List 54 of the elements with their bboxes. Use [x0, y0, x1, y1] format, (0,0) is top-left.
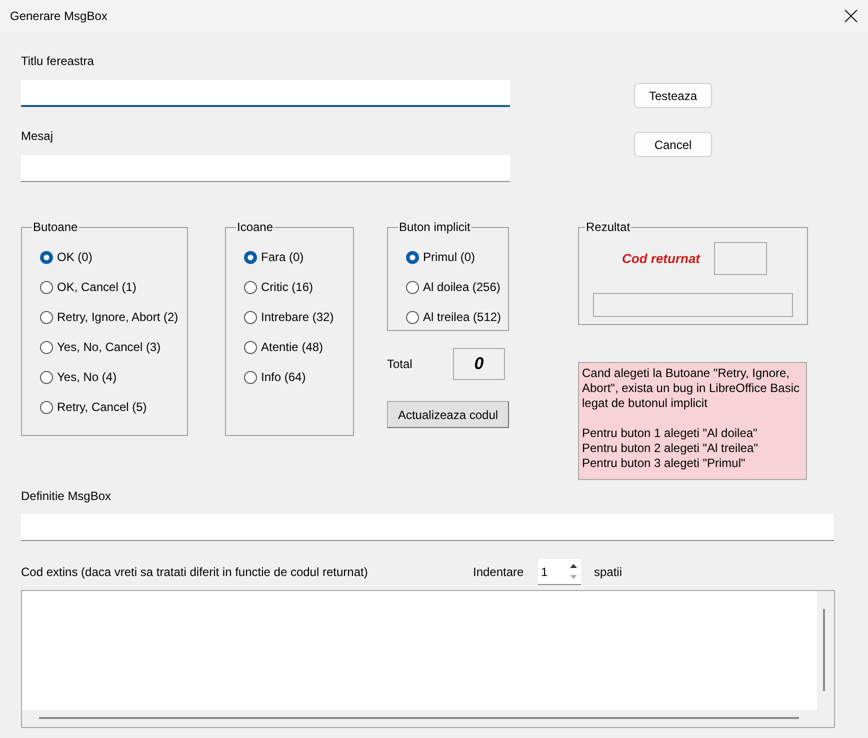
indent-label: Indentare — [473, 565, 525, 579]
radio-button[interactable] — [406, 280, 419, 294]
field-label: Mesaj — [21, 129, 54, 145]
radio-option[interactable]: Retry, Ignore, Abort (2) — [40, 302, 187, 332]
field-label: Titlu fereastra — [21, 54, 95, 70]
text-field[interactable] — [21, 80, 510, 107]
radio-option[interactable]: Al doilea (256) — [406, 272, 508, 302]
radio-button[interactable] — [244, 250, 257, 264]
radio-option[interactable]: Al treilea (512) — [406, 302, 508, 332]
radio-button[interactable] — [244, 370, 257, 384]
total-label: Total — [387, 357, 414, 371]
radio-button[interactable] — [40, 370, 53, 384]
update-code-button[interactable]: Actualizeaza codul — [387, 401, 509, 428]
return-code-field — [714, 242, 767, 275]
field-label: Cod extins (daca vreti sa tratati diferit in functie de codul returnat) — [21, 565, 369, 579]
radio-button[interactable] — [40, 280, 53, 294]
radio-option[interactable]: Critic (16) — [244, 272, 353, 302]
radio-button[interactable] — [406, 250, 419, 264]
vertical-scrollbar[interactable] — [823, 609, 825, 691]
radio-button[interactable] — [40, 310, 53, 324]
field-label: Definitie MsgBox — [21, 489, 112, 505]
radio-button[interactable] — [244, 310, 257, 324]
radio-button[interactable] — [40, 400, 53, 414]
definition-field[interactable] — [21, 514, 834, 541]
indent-unit-label: spatii — [594, 565, 622, 579]
group-title: Icoane — [236, 220, 274, 234]
test-button[interactable]: Testeaza — [634, 83, 712, 108]
radio-button[interactable] — [244, 340, 257, 354]
radio-option[interactable]: Atentie (48) — [244, 332, 353, 362]
radio-button[interactable] — [406, 310, 419, 324]
radio-button[interactable] — [40, 340, 53, 354]
radio-button[interactable] — [40, 250, 53, 264]
group-title: Buton implicit — [398, 220, 472, 234]
radio-option[interactable]: Yes, No, Cancel (3) — [40, 332, 187, 362]
window-title: Generare MsgBox — [10, 9, 108, 23]
text-field[interactable] — [21, 155, 510, 182]
radio-option[interactable]: Primul (0) — [406, 242, 508, 272]
total-value: 0 — [453, 348, 505, 380]
radio-option[interactable]: Yes, No (4) — [40, 362, 187, 392]
radio-option[interactable]: OK, Cancel (1) — [40, 272, 187, 302]
group-title: Rezultat — [585, 220, 632, 234]
indent-spinner[interactable]: 1 — [538, 559, 581, 585]
group-title: Butoane — [32, 220, 79, 234]
close-icon[interactable] — [844, 9, 858, 23]
horizontal-scrollbar[interactable] — [39, 717, 799, 719]
radio-option[interactable]: Retry, Cancel (5) — [40, 392, 187, 422]
cancel-button[interactable]: Cancel — [634, 132, 712, 157]
radio-button[interactable] — [244, 280, 257, 294]
radio-option[interactable]: Fara (0) — [244, 242, 353, 272]
warning-note: Cand alegeti la Butoane "Retry, Ignore, Abort", exista un bug in LibreOffice Basic legat de butonul implicit Pentru buton 1 alegeti "Al doilea" Pentru buton 2 alegeti "Al treilea" Pentru buton 3 alegeti "Primul" — [578, 362, 807, 480]
return-code-label: Cod returnat — [622, 251, 700, 266]
radio-option[interactable]: Intrebare (32) — [244, 302, 353, 332]
radio-option[interactable]: Info (64) — [244, 362, 353, 392]
radio-option[interactable]: OK (0) — [40, 242, 187, 272]
